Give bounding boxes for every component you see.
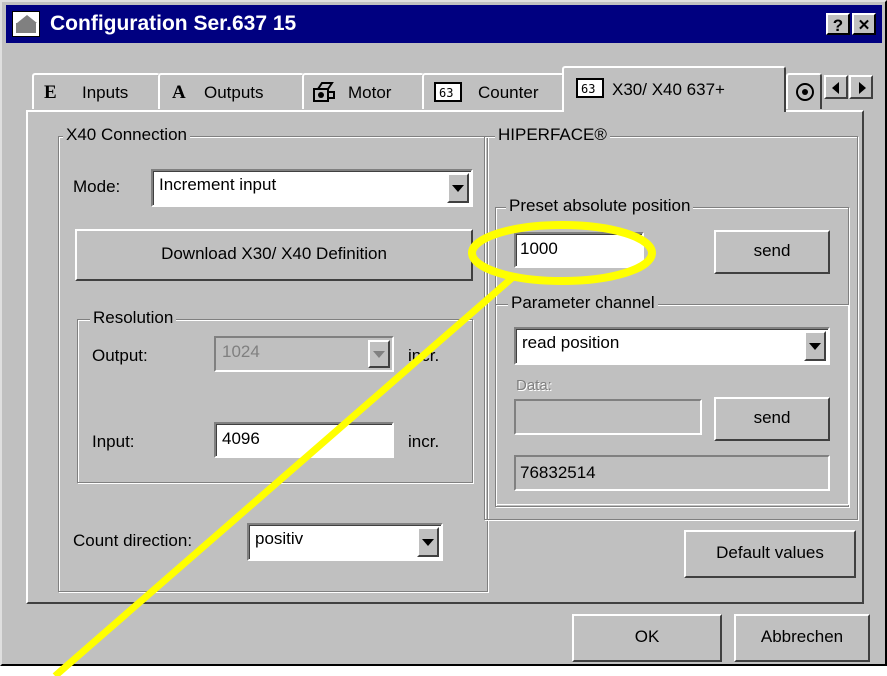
highlight-ellipse bbox=[468, 221, 656, 285]
highlight-annotation bbox=[52, 221, 656, 676]
highlight-pointer-line bbox=[52, 275, 515, 676]
